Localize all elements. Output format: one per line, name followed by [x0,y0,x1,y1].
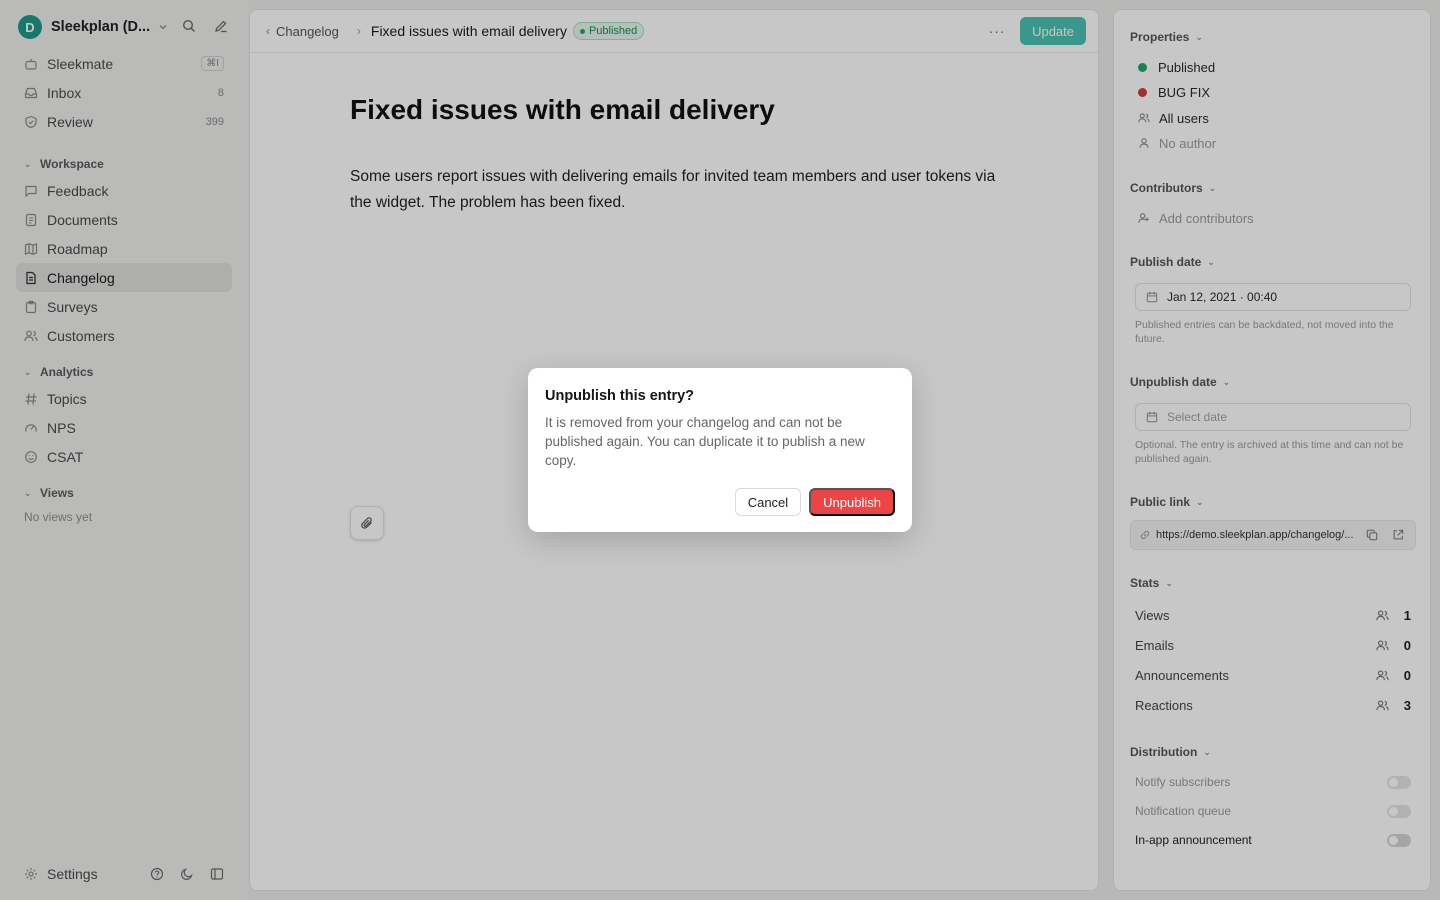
unpublish-button[interactable]: Unpublish [809,488,895,516]
dialog-title: Unpublish this entry? [545,388,695,404]
dialog-description: It is removed from your changelog and ca… [545,415,865,468]
cancel-button[interactable]: Cancel [734,488,802,516]
unpublish-dialog: Unpublish this entry? It is removed from… [528,368,912,532]
